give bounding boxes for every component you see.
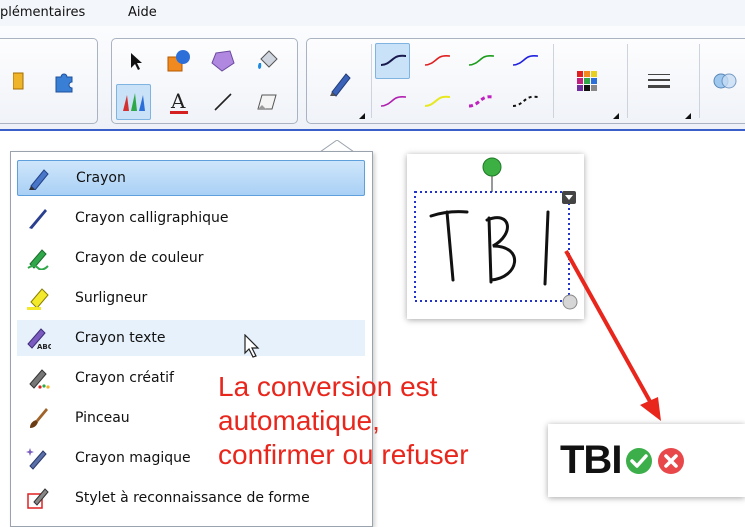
menu-item-label: Pinceau	[75, 410, 130, 426]
menu-item-label: Crayon	[76, 170, 126, 186]
menu-item-label: Crayon créatif	[75, 370, 174, 386]
separator	[699, 44, 700, 118]
menu-item-label: Crayon calligraphique	[75, 210, 229, 226]
line-style-2[interactable]	[419, 43, 454, 79]
annotation-line-3: confirmer ou refuser	[218, 439, 469, 470]
separator	[627, 44, 628, 118]
handwriting-canvas	[414, 157, 578, 310]
reject-cross-icon[interactable]	[656, 446, 686, 476]
menu-complementaires[interactable]: plémentaires	[0, 5, 85, 20]
paintbrush-icon	[25, 405, 51, 431]
color-palette-icon[interactable]	[569, 63, 604, 99]
toolbar-group-pages	[0, 38, 98, 124]
svg-text:A: A	[170, 89, 186, 113]
calligraphy-pen-icon	[25, 205, 51, 231]
line-style-6[interactable]	[419, 84, 454, 120]
annotation-text: La conversion est automatique, confirmer…	[218, 370, 469, 472]
menu-item-label: Crayon texte	[75, 330, 166, 346]
pen-type-icon[interactable]	[319, 61, 363, 105]
menu-item-label: Crayon de couleur	[75, 250, 204, 266]
menubar: plémentaires Aide	[0, 0, 745, 26]
red-arrow	[564, 250, 661, 421]
menu-item-crayon[interactable]: Crayon	[17, 160, 365, 196]
pen-icon	[26, 165, 52, 191]
shape-recognition-pen-icon	[25, 485, 51, 511]
line-width-dropdown-arrow[interactable]	[685, 113, 691, 119]
eraser-icon[interactable]	[249, 84, 284, 120]
transparency-icon[interactable]	[707, 63, 742, 99]
confirm-check-icon[interactable]	[624, 446, 654, 476]
text-pen-icon: ABC	[25, 325, 51, 351]
annotation-line-2: automatique,	[218, 405, 380, 436]
pen-type-dropdown-arrow[interactable]	[359, 113, 365, 119]
shapes-icon[interactable]	[161, 43, 196, 79]
toolbar-group-properties	[306, 38, 745, 124]
menu-item-surligneur[interactable]: Surligneur	[17, 280, 365, 316]
notebook-icon[interactable]	[1, 63, 36, 99]
handwriting-panel	[407, 154, 584, 319]
menu-item-crayon-texte[interactable]: ABC Crayon texte	[17, 320, 365, 356]
line-style-8[interactable]	[507, 84, 542, 120]
addon-puzzle-icon[interactable]	[47, 63, 82, 99]
creative-pen-icon	[25, 365, 51, 391]
menu-item-crayon-de-couleur[interactable]: Crayon de couleur	[17, 240, 365, 276]
menu-aide[interactable]: Aide	[128, 5, 157, 20]
line-style-5[interactable]	[375, 84, 410, 120]
menu-item-stylet-reconnaissance[interactable]: Stylet à reconnaissance de forme	[17, 480, 365, 516]
menu-item-label: Crayon magique	[75, 450, 191, 466]
menu-item-label: Surligneur	[75, 290, 148, 306]
svg-text:ABC: ABC	[37, 343, 51, 350]
toolbar-group-tools: A	[111, 38, 298, 124]
line-width-icon[interactable]	[641, 63, 676, 99]
annotation-line-1: La conversion est	[218, 371, 438, 402]
select-arrow-icon[interactable]	[118, 43, 153, 79]
separator	[553, 44, 554, 118]
line-style-4[interactable]	[507, 43, 542, 79]
polygon-shape-icon[interactable]	[205, 43, 240, 79]
pens-tool-icon[interactable]	[116, 84, 151, 120]
magic-pen-icon	[25, 445, 51, 471]
color-dropdown-arrow[interactable]	[613, 113, 619, 119]
recognition-result-panel: TBI	[548, 424, 745, 497]
separator	[371, 44, 372, 118]
line-tool-icon[interactable]	[205, 84, 240, 120]
fill-bucket-icon[interactable]	[249, 43, 284, 79]
color-pen-icon	[25, 245, 51, 271]
mouse-pointer-icon	[244, 334, 260, 358]
line-style-1[interactable]	[375, 43, 410, 79]
menu-item-label: Stylet à reconnaissance de forme	[75, 490, 310, 506]
line-style-7[interactable]	[463, 84, 498, 120]
text-tool-icon[interactable]: A	[161, 84, 196, 120]
line-style-3[interactable]	[463, 43, 498, 79]
toolbar-divider	[0, 129, 745, 131]
highlighter-icon	[25, 285, 51, 311]
menu-item-crayon-calligraphique[interactable]: Crayon calligraphique	[17, 200, 365, 236]
recognized-text: TBI	[560, 438, 622, 482]
